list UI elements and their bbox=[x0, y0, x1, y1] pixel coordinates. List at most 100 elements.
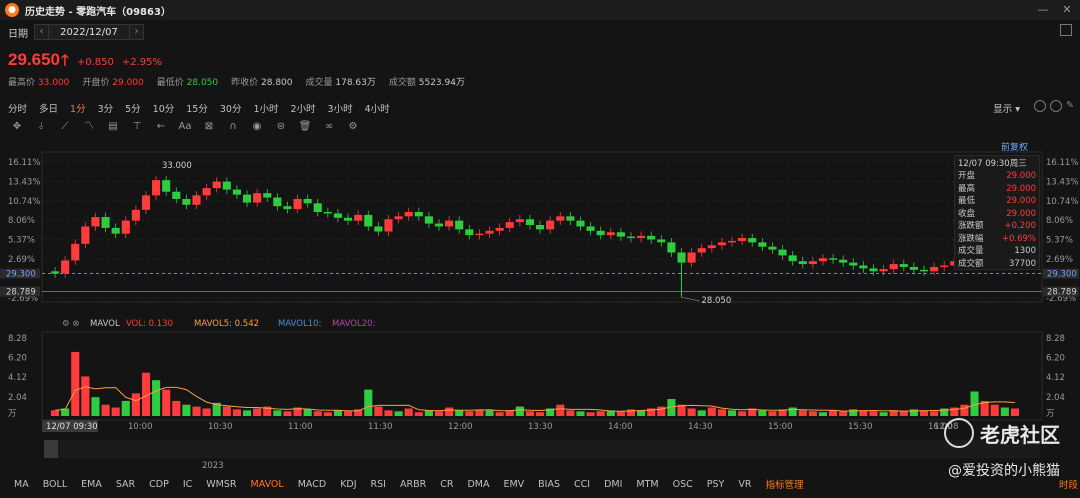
candle-body bbox=[697, 248, 706, 253]
close-icon[interactable]: ✕ bbox=[1060, 3, 1074, 17]
vertical-line-icon[interactable]: ⫰ bbox=[34, 121, 48, 133]
volume-bar bbox=[818, 412, 828, 416]
link-icon[interactable]: ∞ bbox=[322, 121, 336, 133]
magnet-icon[interactable]: ∩ bbox=[226, 121, 240, 133]
mavol20-label: MAVOL20: bbox=[332, 319, 375, 329]
date-row: 日期 ‹ 2022/12/07 › bbox=[0, 22, 1080, 42]
indicator-tab[interactable]: BOLL bbox=[43, 479, 67, 490]
candle-body bbox=[667, 242, 676, 253]
arrow-icon[interactable]: ← bbox=[154, 121, 168, 133]
candle-body bbox=[313, 203, 322, 212]
candle-body bbox=[829, 258, 838, 260]
indicator-tab[interactable]: SAR bbox=[116, 479, 135, 490]
chart-area[interactable]: 16.11% 16.11% 13.43% 13.43% 10.74% 10.74% 8.06… bbox=[0, 140, 1080, 471]
indicator-tab[interactable]: CCI bbox=[574, 479, 590, 490]
candle-body bbox=[333, 213, 343, 218]
settings-icon[interactable]: ⚙ bbox=[346, 121, 360, 133]
text-icon[interactable]: Aa bbox=[178, 121, 192, 133]
period-tab[interactable]: 10分 bbox=[153, 101, 175, 115]
period-tab[interactable]: 30分 bbox=[220, 101, 242, 115]
indicator-tab[interactable]: DMA bbox=[467, 479, 489, 490]
indicator-tab[interactable]: MA bbox=[14, 479, 29, 490]
volume-bar bbox=[515, 406, 524, 416]
volume-bar bbox=[374, 406, 383, 416]
date-picker[interactable]: ‹ 2022/12/07 › bbox=[34, 24, 144, 40]
volume-bar bbox=[445, 407, 454, 416]
indicator-tab[interactable]: DMI bbox=[604, 479, 622, 490]
stat-label: 最高价 bbox=[8, 78, 38, 88]
zigzag-icon[interactable]: 〽 bbox=[82, 121, 96, 133]
candle-body bbox=[768, 246, 777, 250]
period-tab[interactable]: 1小时 bbox=[253, 101, 278, 115]
delete-icon[interactable]: 🗑 bbox=[298, 121, 312, 133]
candle-body bbox=[172, 191, 181, 199]
indicator-tab[interactable]: KDJ bbox=[340, 479, 356, 490]
volume-bar bbox=[394, 411, 403, 416]
period-tab[interactable]: 分时 bbox=[8, 101, 27, 115]
price-axis-label-right: 2.69% bbox=[1046, 255, 1073, 265]
price-chart[interactable]: 16.11% 16.11% 13.43% 13.43% 10.74% 10.74% 8.06… bbox=[0, 140, 1080, 471]
volume-bar bbox=[384, 410, 393, 416]
candle-body bbox=[131, 209, 140, 221]
candle-body bbox=[738, 238, 747, 241]
indicator-tab[interactable]: BIAS bbox=[538, 479, 560, 490]
candle-body bbox=[475, 233, 484, 236]
pen-icon[interactable]: ✎ bbox=[1066, 100, 1078, 112]
eye-icon[interactable]: ◉ bbox=[250, 121, 264, 133]
candle-body bbox=[455, 220, 464, 230]
volume-bar bbox=[162, 389, 171, 416]
volume-bar bbox=[697, 410, 706, 416]
candle-body bbox=[465, 229, 474, 236]
lock-icon[interactable]: ⊜ bbox=[274, 121, 288, 133]
indicator-tab[interactable]: EMA bbox=[81, 479, 102, 490]
measure-icon[interactable]: ⊠ bbox=[202, 121, 216, 133]
next-date-button[interactable]: › bbox=[129, 25, 143, 39]
adjust-mode[interactable]: 前复权 bbox=[1001, 140, 1028, 153]
channel-icon[interactable]: ▤ bbox=[106, 121, 120, 133]
indicator-tab[interactable]: CDP bbox=[149, 479, 169, 490]
infobox-row: 涨跌额 +0.200 bbox=[955, 220, 1039, 233]
indicator-tab[interactable]: OSC bbox=[673, 479, 693, 490]
volume-bar bbox=[990, 404, 999, 416]
period-tab[interactable]: 2小时 bbox=[291, 101, 316, 115]
indicator-tab[interactable]: MAVOL bbox=[251, 479, 284, 490]
candle-body bbox=[323, 211, 332, 214]
candle-body bbox=[101, 217, 110, 228]
indicator-tab[interactable]: EMV bbox=[503, 479, 524, 490]
infobox-key: 成交量 bbox=[958, 246, 984, 256]
indicator-manage-button[interactable]: 指标管理 bbox=[765, 477, 803, 491]
prev-date-button[interactable]: ‹ bbox=[35, 25, 49, 39]
minimize-icon[interactable]: — bbox=[1036, 3, 1050, 17]
indicator-tab[interactable]: IC bbox=[183, 479, 192, 490]
period-tab[interactable]: 1分 bbox=[70, 101, 86, 115]
stat-value: 178.63万 bbox=[335, 78, 376, 88]
move-icon[interactable]: ✥ bbox=[10, 121, 24, 133]
period-tab[interactable]: 15分 bbox=[186, 101, 208, 115]
indicator-tab[interactable]: RSI bbox=[371, 479, 386, 490]
indicator-tab[interactable]: MTM bbox=[636, 479, 658, 490]
expand-icon[interactable] bbox=[1060, 24, 1072, 36]
cursor-time-label: 12/07 09:30 bbox=[46, 422, 98, 432]
time-period-button[interactable]: 时段 bbox=[1059, 477, 1078, 491]
period-tab[interactable]: 3分 bbox=[98, 101, 114, 115]
settings-icon[interactable] bbox=[1034, 100, 1046, 112]
period-tab[interactable]: 3小时 bbox=[328, 101, 353, 115]
period-tab[interactable]: 4小时 bbox=[365, 101, 390, 115]
indicator-tab[interactable]: WMSR bbox=[206, 479, 236, 490]
indicator-tab[interactable]: PSY bbox=[707, 479, 725, 490]
indicator-tab[interactable]: CR bbox=[440, 479, 453, 490]
date-value[interactable]: 2022/12/07 bbox=[49, 27, 129, 38]
display-dropdown[interactable]: 显示 ▾ bbox=[993, 101, 1020, 115]
help-icon[interactable] bbox=[1050, 100, 1062, 112]
stat-item: 成交量 178.63万 bbox=[306, 75, 376, 88]
trend-line-icon[interactable]: ⟋ bbox=[58, 121, 72, 133]
indicator-tab[interactable]: MACD bbox=[298, 479, 326, 490]
volume-axis-label-left: 4.12 bbox=[8, 373, 27, 383]
period-tab[interactable]: 5分 bbox=[125, 101, 141, 115]
fib-icon[interactable]: ⊤ bbox=[130, 121, 144, 133]
prev-close-label-right: 28.789 bbox=[1047, 288, 1077, 298]
volume-bar bbox=[596, 411, 605, 416]
indicator-tab[interactable]: ARBR bbox=[400, 479, 426, 490]
indicator-tab[interactable]: VR bbox=[738, 479, 751, 490]
period-tab[interactable]: 多日 bbox=[39, 101, 58, 115]
